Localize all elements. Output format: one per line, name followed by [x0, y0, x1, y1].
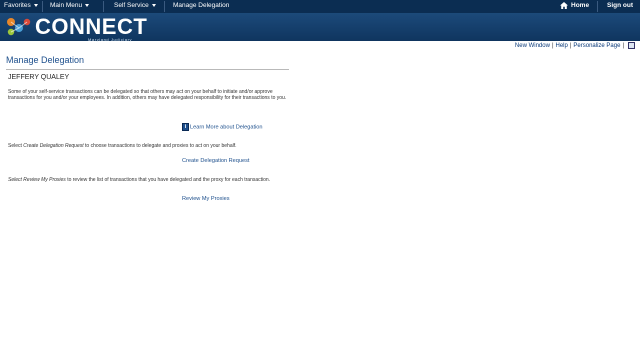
app-logo-subtitle: Maryland Judiciary	[88, 37, 133, 42]
review-my-proxies-link[interactable]: Review My Proxies	[182, 196, 230, 202]
chevron-down-icon	[33, 3, 38, 7]
self-service-label: Self Service	[114, 2, 149, 9]
title-divider	[6, 69, 289, 70]
personalize-page-link[interactable]: Personalize Page	[573, 43, 620, 49]
link-separator: |	[569, 43, 572, 50]
main-menu-label: Main Menu	[50, 2, 83, 9]
nav-divider	[164, 1, 165, 12]
self-service-menu[interactable]: Self Service	[114, 2, 156, 9]
learn-more-link[interactable]: i Learn More about Delegation	[182, 123, 262, 131]
instruction-emphasis: Create Delegation Request	[23, 143, 84, 149]
learn-more-label: Learn More about Delegation	[190, 124, 263, 131]
home-label: Home	[571, 2, 590, 10]
home-icon	[560, 2, 568, 9]
personalize-icon[interactable]	[628, 42, 635, 49]
nav-divider	[597, 1, 598, 12]
help-link[interactable]: Help	[556, 43, 568, 49]
link-separator: |	[551, 43, 554, 50]
page-title: Manage Delegation	[6, 55, 85, 65]
create-delegation-request-link[interactable]: Create Delegation Request	[182, 158, 249, 164]
breadcrumb-current: Manage Delegation	[173, 2, 230, 9]
main-menu[interactable]: Main Menu	[50, 2, 90, 9]
instruction-text: to choose transactions to delegate and p…	[83, 143, 237, 149]
instruction-text: Select	[8, 143, 24, 149]
sign-out-link[interactable]: Sign out	[607, 2, 633, 9]
instruction-emphasis: Select	[8, 177, 24, 183]
top-navigation-bar: Favorites Main Menu Self Service Manage …	[0, 0, 640, 13]
link-separator: |	[622, 43, 624, 50]
nav-divider	[103, 1, 104, 12]
new-window-link[interactable]: New Window	[515, 43, 550, 49]
delegation-description: Some of your self-service transactions c…	[8, 89, 287, 101]
instruction-text: to review the list of transactions that …	[65, 177, 271, 183]
chevron-down-icon	[151, 3, 156, 7]
create-instruction: Select Create Delegation Request to choo…	[8, 143, 237, 149]
favorites-label: Favorites	[4, 2, 31, 9]
nav-divider	[42, 1, 43, 12]
header-banner: CONNECT Maryland Judiciary	[0, 13, 640, 42]
instruction-emphasis: Review My Proxies	[23, 177, 66, 183]
utility-links: New Window | Help | Personalize Page |	[515, 42, 635, 49]
employee-name: JEFFERY QUALEY	[8, 74, 70, 81]
info-icon: i	[182, 123, 189, 131]
review-instruction: Select Review My Proxies to review the l…	[8, 177, 300, 183]
chevron-down-icon	[85, 3, 90, 7]
connect-logo-icon	[7, 18, 31, 36]
favorites-menu[interactable]: Favorites	[4, 2, 38, 9]
home-link[interactable]: Home	[560, 2, 589, 9]
